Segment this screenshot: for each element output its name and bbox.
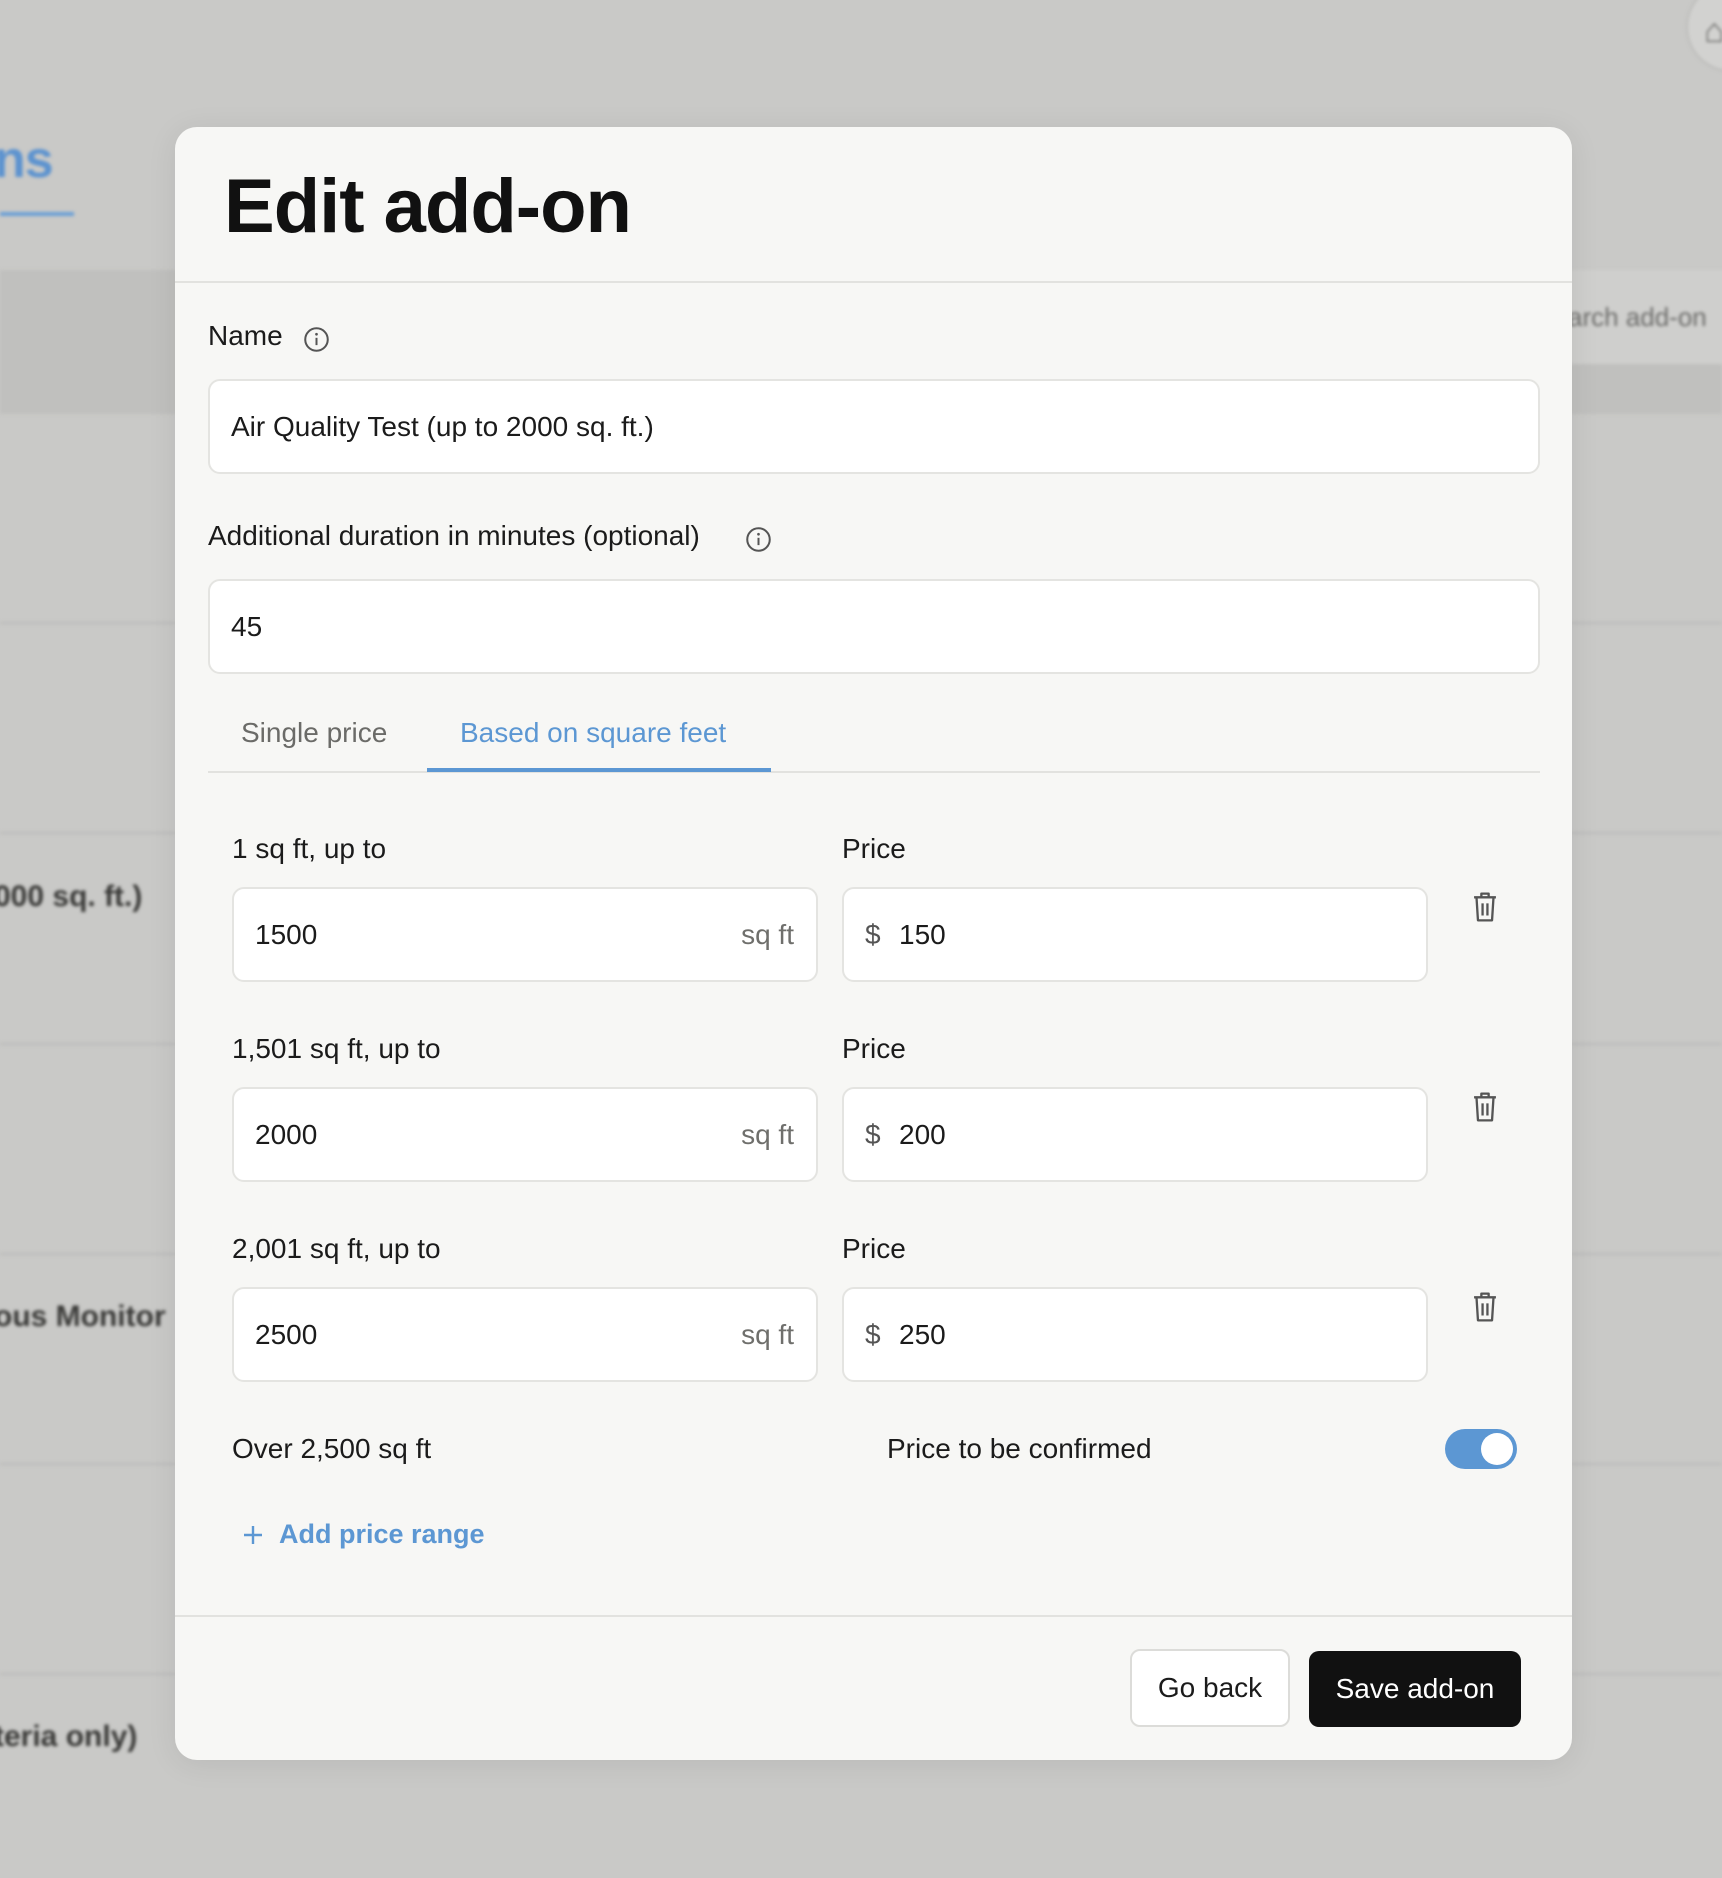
name-input-value: Air Quality Test (up to 2000 sq. ft.) [231,411,654,442]
range-price-input[interactable]: $ 150 [842,887,1428,982]
range-price-value: 200 [899,1119,946,1150]
trash-icon[interactable] [1470,1090,1500,1124]
info-circle-icon[interactable] [745,526,772,553]
range-upper-input[interactable]: 2500 sq ft [232,1287,818,1382]
bg-row-text: teria only) [0,1720,138,1753]
currency-prefix: $ [865,1319,881,1350]
bg-tab-underline [0,212,74,216]
range-upper-input[interactable]: 2000 sq ft [232,1087,818,1182]
trash-icon[interactable] [1470,1290,1500,1324]
over-range-label: Over 2,500 sq ft [232,1433,432,1464]
add-price-range-label: Add price range [279,1519,485,1549]
name-label: Name [208,320,283,351]
price-label: Price [842,1233,906,1264]
range-price-value: 250 [899,1319,946,1350]
save-addon-button[interactable]: Save add-on [1309,1651,1521,1727]
price-to-be-confirmed-toggle[interactable] [1445,1429,1517,1469]
range-upper-value: 2500 [255,1319,318,1350]
price-label: Price [842,833,906,864]
range-price-input[interactable]: $ 200 [842,1087,1428,1182]
duration-input[interactable]: 45 [208,579,1540,674]
bg-row-text: ous Monitor [0,1300,166,1333]
trash-icon[interactable] [1470,890,1500,924]
info-circle-icon[interactable] [303,326,330,353]
name-input[interactable]: Air Quality Test (up to 2000 sq. ft.) [208,379,1540,474]
bg-search-placeholder: arch add-on [1568,302,1707,332]
range-label: 2,001 sq ft, up to [232,1233,441,1264]
range-price-input[interactable]: $ 250 [842,1287,1428,1382]
tab-based-on-square-feet[interactable]: Based on square feet [460,717,726,749]
range-label: 1,501 sq ft, up to [232,1033,441,1064]
price-label: Price [842,1033,906,1064]
add-price-range-button[interactable]: Add price range [241,1519,485,1550]
bg-page-title: ns [0,131,54,189]
footer-divider [175,1615,1572,1617]
duration-input-value: 45 [231,611,263,642]
bg-row-text: 000 sq. ft.) [0,880,143,913]
currency-prefix: $ [865,1119,881,1150]
currency-prefix: $ [865,919,881,950]
edit-addon-modal: Edit add-on Name Air Quality Test (up to… [175,127,1572,1760]
unit-suffix: sq ft [741,919,794,950]
range-upper-value: 1500 [255,919,318,950]
plus-icon [244,1525,262,1544]
bg-home-icon: ⌂ [1704,12,1722,50]
duration-label: Additional duration in minutes (optional… [208,520,700,551]
unit-suffix: sq ft [741,1319,794,1350]
range-label: 1 sq ft, up to [232,833,387,864]
price-to-be-confirmed-label: Price to be confirmed [887,1433,1152,1464]
tabs-divider [208,771,1540,773]
modal-header: Edit add-on [175,127,1572,283]
range-price-value: 150 [899,919,946,950]
tab-single-price[interactable]: Single price [241,717,387,749]
active-tab-indicator [427,768,771,772]
modal-title: Edit add-on [224,164,632,249]
go-back-button[interactable]: Go back [1130,1649,1290,1727]
unit-suffix: sq ft [741,1119,794,1150]
range-upper-value: 2000 [255,1119,318,1150]
range-upper-input[interactable]: 1500 sq ft [232,887,818,982]
toggle-knob [1481,1433,1513,1465]
